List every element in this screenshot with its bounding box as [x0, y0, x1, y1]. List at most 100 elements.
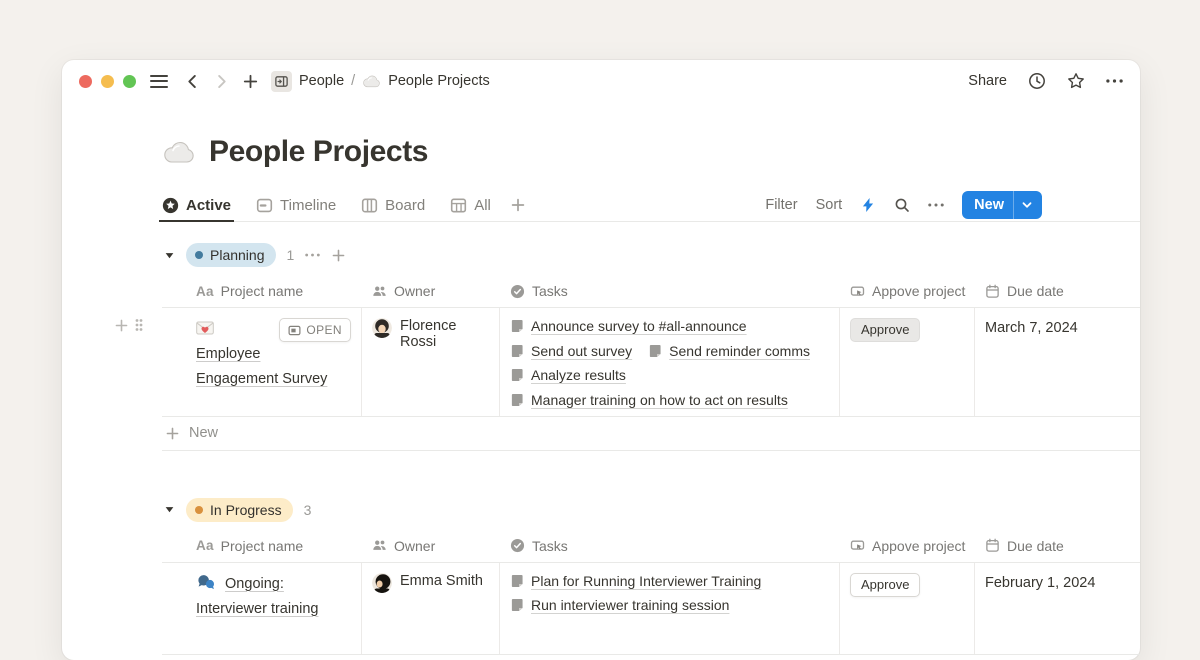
text-type-icon: Aa [196, 538, 214, 553]
column-header-tasks[interactable]: Tasks [500, 530, 840, 562]
love-letter-icon [196, 321, 214, 335]
speech-bubbles-icon [196, 574, 215, 590]
task-link[interactable]: Run interviewer training session [510, 597, 729, 613]
owner-cell[interactable]: Florence Rossi [362, 308, 500, 416]
due-date-value: February 1, 2024 [985, 575, 1095, 591]
history-nav [184, 73, 259, 90]
favorite-star-icon[interactable] [1067, 72, 1085, 90]
table-header-row: Aa Project name Owner Tasks Appove proje… [162, 275, 1140, 308]
due-date-cell[interactable]: March 7, 2024 [975, 308, 1140, 416]
breadcrumb-current[interactable]: People Projects [388, 73, 490, 89]
page-icon [510, 318, 525, 334]
column-header-approve-project[interactable]: Appove project [840, 530, 975, 562]
page-cloud-icon [162, 141, 196, 164]
group-planning-pill[interactable]: Planning [186, 243, 276, 267]
approve-button[interactable]: Approve [850, 573, 920, 597]
column-header-tasks[interactable]: Tasks [500, 275, 840, 307]
people-icon [372, 284, 387, 299]
updates-clock-icon[interactable] [1028, 72, 1046, 90]
view-more-options-icon[interactable] [928, 203, 944, 207]
calendar-icon [985, 284, 1000, 299]
column-label: Owner [394, 283, 435, 299]
column-header-approve-project[interactable]: Appove project [840, 275, 975, 307]
project-name-cell[interactable]: Ongoing: Interviewer training [162, 563, 362, 654]
avatar [372, 573, 392, 593]
close-window-button[interactable] [79, 75, 92, 88]
due-date-value: March 7, 2024 [985, 320, 1078, 336]
tab-board-label: Board [385, 197, 425, 214]
drag-handle-icon[interactable] [134, 317, 144, 333]
task-link[interactable]: Analyze results [510, 367, 626, 383]
due-date-cell[interactable]: February 1, 2024 [975, 563, 1140, 654]
column-label: Project name [221, 283, 303, 299]
share-button[interactable]: Share [968, 73, 1007, 89]
group-in-progress-label: In Progress [210, 502, 282, 518]
task-link[interactable]: Plan for Running Interviewer Training [510, 573, 761, 589]
new-button[interactable]: New [962, 191, 1042, 219]
automation-bolt-icon[interactable] [860, 197, 876, 213]
column-header-owner[interactable]: Owner [362, 275, 500, 307]
project-name-link[interactable]: Employee Engagement Survey [196, 346, 327, 387]
page-icon [510, 597, 525, 613]
check-circle-icon [510, 284, 525, 299]
column-header-due-date[interactable]: Due date [975, 530, 1140, 562]
group-in-progress-pill[interactable]: In Progress [186, 498, 293, 522]
new-button-chevron-down-icon[interactable] [1014, 199, 1042, 211]
more-options-icon[interactable] [1106, 79, 1123, 83]
breadcrumb-separator: / [351, 73, 355, 89]
zoom-window-button[interactable] [123, 75, 136, 88]
approve-cell: Approve [840, 308, 975, 416]
column-label: Tasks [532, 283, 568, 299]
group-planning: Planning 1 Aa Project name Owner Tasks [162, 240, 1140, 451]
group-in-progress-header: In Progress 3 [162, 495, 1140, 525]
status-dot [195, 251, 203, 259]
tab-timeline[interactable]: Timeline [256, 189, 336, 221]
menu-icon[interactable] [150, 75, 168, 88]
new-page-button[interactable] [242, 73, 259, 90]
owner-cell[interactable]: Emma Smith [362, 563, 500, 654]
people-icon [372, 538, 387, 553]
task-link[interactable]: Send out survey [510, 343, 632, 359]
table-row: Ongoing: Interviewer training Emma Smith [162, 563, 1140, 655]
breadcrumb-parent[interactable]: People [299, 73, 344, 89]
back-button[interactable] [184, 73, 201, 90]
add-view-icon[interactable] [510, 197, 526, 213]
group-add-row-icon[interactable] [331, 248, 346, 263]
filter-button[interactable]: Filter [765, 197, 797, 213]
tab-all-label: All [474, 197, 491, 214]
new-button-label: New [962, 197, 1013, 213]
column-header-owner[interactable]: Owner [362, 530, 500, 562]
task-link[interactable]: Send reminder comms [648, 343, 810, 359]
add-row-icon[interactable] [114, 318, 129, 333]
column-header-due-date[interactable]: Due date [975, 275, 1140, 307]
task-link[interactable]: Announce survey to #all-announce [510, 318, 747, 334]
open-page-button[interactable]: OPEN [279, 318, 351, 342]
group-planning-header: Planning 1 [162, 240, 1140, 270]
collapse-triangle-icon[interactable] [164, 250, 175, 261]
row-controls [114, 317, 144, 333]
minimize-window-button[interactable] [101, 75, 114, 88]
forward-button[interactable] [213, 73, 230, 90]
group-more-options-icon[interactable] [305, 253, 320, 257]
tab-active[interactable]: Active [162, 189, 231, 221]
owner-name: Florence Rossi [400, 318, 489, 350]
approve-button[interactable]: Approve [850, 318, 920, 342]
column-header-project-name[interactable]: Aa Project name [162, 275, 362, 307]
status-dot [195, 506, 203, 514]
task-link[interactable]: Manager training on how to act on result… [510, 392, 788, 408]
calendar-icon [985, 538, 1000, 553]
page-title-row: People Projects [162, 135, 1140, 169]
tab-timeline-label: Timeline [280, 197, 336, 214]
new-row-button[interactable]: New [162, 417, 1140, 451]
window-topbar: People / People Projects Share [62, 60, 1140, 102]
tab-all[interactable]: All [450, 189, 491, 221]
tab-board[interactable]: Board [361, 189, 425, 221]
check-circle-icon [510, 538, 525, 553]
collapse-triangle-icon[interactable] [164, 504, 175, 515]
group-in-progress: In Progress 3 Aa Project name Owner Task… [162, 495, 1140, 655]
column-header-project-name[interactable]: Aa Project name [162, 530, 362, 562]
side-peek-icon[interactable] [271, 71, 292, 92]
search-icon[interactable] [894, 197, 910, 213]
sort-button[interactable]: Sort [816, 197, 843, 213]
project-name-cell[interactable]: OPEN Employee Engagement Survey [162, 308, 362, 416]
